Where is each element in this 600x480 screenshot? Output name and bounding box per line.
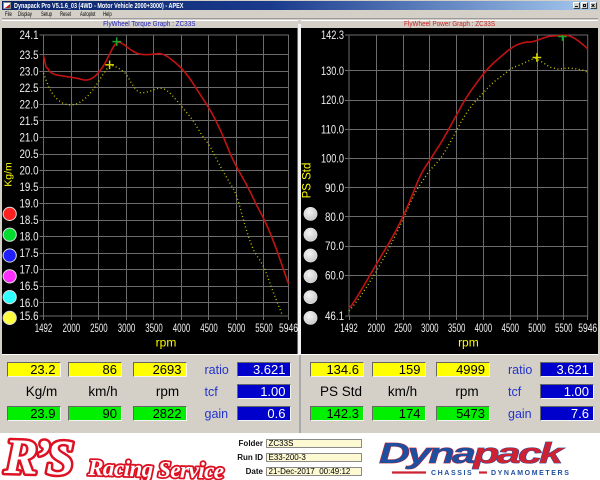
svg-text:rpm: rpm: [156, 335, 177, 349]
svg-text:80.0: 80.0: [325, 210, 344, 224]
svg-text:3000: 3000: [118, 321, 136, 335]
svg-text:16.0: 16.0: [20, 295, 39, 309]
svg-text:17.5: 17.5: [20, 246, 39, 260]
svg-text:21.5: 21.5: [20, 114, 39, 128]
svg-text:2000: 2000: [63, 321, 81, 335]
svg-text:R’S: R’S: [3, 433, 73, 480]
svg-text:4000: 4000: [173, 321, 191, 335]
svg-text:22.0: 22.0: [20, 97, 39, 111]
svg-text:1492: 1492: [340, 321, 358, 335]
svg-text:16.5: 16.5: [20, 279, 39, 293]
svg-text:Kg/m: Kg/m: [3, 161, 15, 186]
svg-text:70.0: 70.0: [325, 239, 344, 253]
svg-text:5500: 5500: [555, 321, 573, 335]
svg-text:18.0: 18.0: [20, 229, 39, 243]
svg-text:21.0: 21.0: [20, 130, 39, 144]
svg-text:rpm: rpm: [458, 335, 479, 349]
svg-text:5946: 5946: [279, 321, 298, 335]
svg-text:3500: 3500: [447, 321, 465, 335]
svg-text:2500: 2500: [394, 321, 412, 335]
svg-text:120.0: 120.0: [321, 93, 344, 107]
svg-text:90.0: 90.0: [325, 180, 344, 194]
svg-text:22.5: 22.5: [20, 80, 39, 94]
svg-text:20.0: 20.0: [20, 163, 39, 177]
svg-text:CHASSIS: CHASSIS: [431, 470, 473, 477]
svg-text:4500: 4500: [501, 321, 519, 335]
svg-text:18.5: 18.5: [20, 213, 39, 227]
svg-text:17.0: 17.0: [20, 262, 39, 276]
svg-text:23.0: 23.0: [20, 64, 39, 78]
svg-text:20.5: 20.5: [20, 147, 39, 161]
svg-text:Dynapack: Dynapack: [379, 437, 565, 469]
svg-text:24.1: 24.1: [20, 28, 39, 42]
svg-text:3500: 3500: [145, 321, 163, 335]
svg-text:19.0: 19.0: [20, 196, 39, 210]
svg-text:5946: 5946: [578, 321, 597, 335]
svg-text:PS Std: PS Std: [301, 162, 313, 198]
svg-text:5000: 5000: [528, 321, 546, 335]
svg-text:23.5: 23.5: [20, 47, 39, 61]
svg-text:5000: 5000: [228, 321, 246, 335]
svg-text:2500: 2500: [90, 321, 108, 335]
svg-text:130.0: 130.0: [321, 63, 344, 77]
svg-text:110.0: 110.0: [321, 122, 344, 136]
svg-text:100.0: 100.0: [321, 151, 344, 165]
svg-text:60.0: 60.0: [325, 268, 344, 282]
svg-text:4000: 4000: [474, 321, 492, 335]
svg-text:DYNAMOMETERS: DYNAMOMETERS: [491, 470, 570, 477]
svg-text:3000: 3000: [421, 321, 439, 335]
svg-text:Racing Service: Racing Service: [87, 455, 224, 480]
svg-text:2000: 2000: [367, 321, 385, 335]
svg-text:4500: 4500: [200, 321, 218, 335]
svg-text:142.3: 142.3: [321, 28, 344, 42]
svg-text:5500: 5500: [255, 321, 273, 335]
svg-text:1492: 1492: [35, 321, 53, 335]
svg-text:19.5: 19.5: [20, 180, 39, 194]
